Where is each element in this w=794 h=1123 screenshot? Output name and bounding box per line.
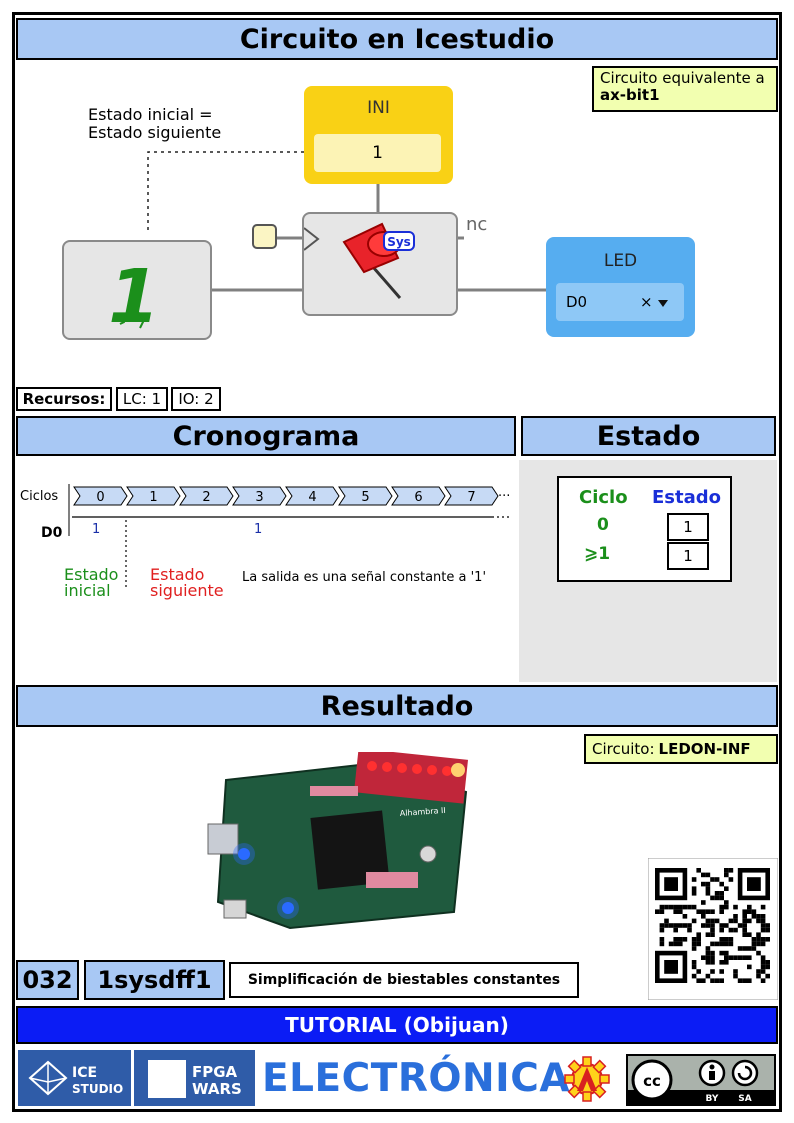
cycle-number: 4 <box>308 490 316 505</box>
state-row-0-value: 1 <box>667 513 709 541</box>
led-pin-select[interactable]: D0 × <box>556 283 684 321</box>
next-state-label-2: siguiente <box>150 581 224 600</box>
result-circuit-note: Circuito: LEDON-INF <box>584 734 778 764</box>
chronogram-description: La salida es una señal constante a '1' <box>242 570 486 585</box>
chronogram-section-title: Cronograma <box>16 416 516 456</box>
cycle-number: 0 <box>96 490 104 505</box>
state-table: Ciclo Estado 0 1 ⩾1 1 <box>557 476 732 582</box>
board-photo: Alhambra II <box>207 752 468 930</box>
svg-text:ICE: ICE <box>72 1065 97 1081</box>
svg-text:BY: BY <box>706 1094 719 1104</box>
led-block[interactable]: LED D0 × <box>546 237 695 337</box>
svg-text:WARS: WARS <box>192 1080 242 1098</box>
fpgawars-icon: FPGA WARS <box>148 1060 242 1098</box>
nc-label: nc <box>466 214 488 235</box>
result-section-title: Resultado <box>16 685 778 727</box>
d0-mark-0: 1 <box>92 522 100 537</box>
gear-icon <box>564 1056 610 1102</box>
cycle-number: 3 <box>255 490 263 505</box>
svg-text:cc: cc <box>643 1072 661 1090</box>
state-row-0-cycle: 0 <box>597 515 609 535</box>
ini-value: 1 <box>372 143 383 163</box>
chronogram: Ciclos 01234567 ··· D0 1 1 Estado inicia… <box>20 484 510 600</box>
qr-code <box>648 858 778 1000</box>
cc-license-badge: cc BY SA <box>626 1054 776 1106</box>
fpgawars-logo: FPGA WARS <box>134 1050 255 1106</box>
tutorial-number: 032 <box>16 960 79 1000</box>
icestudio-icon: ICE STUDIO <box>28 1060 123 1096</box>
d0-label: D0 <box>41 525 63 541</box>
svg-text:1: 1 <box>108 254 160 338</box>
led-pin-value: D0 <box>566 293 588 311</box>
cycle-number: 7 <box>467 490 475 505</box>
icestudio-logo: ICE STUDIO <box>18 1050 131 1106</box>
cc-by-sa-icon: cc BY SA <box>628 1059 774 1104</box>
clock-input-port[interactable] <box>252 224 277 249</box>
constant-one-glyph: 1 <box>108 254 160 340</box>
resources-lc: LC: 1 <box>116 387 168 411</box>
state-section-title: Estado <box>521 416 776 456</box>
svg-text:SA: SA <box>738 1094 751 1104</box>
constant-one-block[interactable]: 1 <box>62 240 212 340</box>
resources-label: Recursos: <box>16 387 112 411</box>
svg-text:Sys: Sys <box>387 235 411 249</box>
initial-state-label-2: inicial <box>64 581 111 600</box>
chevron-down-icon[interactable] <box>658 300 668 307</box>
tutorial-banner: TUTORIAL (Obijuan) <box>16 1006 778 1044</box>
cycle-number: 2 <box>202 490 210 505</box>
cycle-number: 6 <box>414 490 422 505</box>
svg-text:STUDIO: STUDIO <box>72 1082 123 1096</box>
ini-block[interactable]: INI 1 <box>304 86 453 184</box>
ini-value-field[interactable]: 1 <box>314 134 441 172</box>
state-col-state: Estado <box>652 487 722 508</box>
clear-icon[interactable]: × <box>640 293 653 311</box>
led-block-title: LED <box>603 251 638 271</box>
ini-block-title: INI <box>367 98 390 118</box>
resources-io: IO: 2 <box>171 387 221 411</box>
tutorial-code: 1sysdff1 <box>84 960 225 1000</box>
state-col-cycle: Ciclo <box>579 487 628 508</box>
cycle-number: 1 <box>149 490 157 505</box>
sys-dff-block[interactable]: Sys <box>302 212 458 316</box>
cycle-number: 5 <box>361 490 369 505</box>
tutorial-subtitle: Simplificación de biestables constantes <box>229 962 579 998</box>
pin-icon: Sys <box>303 222 415 299</box>
state-row-1-cycle: ⩾1 <box>584 544 611 564</box>
cycles-label: Ciclos <box>20 489 58 504</box>
d0-mark-3: 1 <box>254 522 262 537</box>
electronica-title: ELECTRÓNICA <box>262 1055 570 1101</box>
state-row-1-value: 1 <box>667 542 709 570</box>
cycles-ellipsis: ··· <box>498 489 510 504</box>
svg-text:FPGA: FPGA <box>192 1063 238 1081</box>
